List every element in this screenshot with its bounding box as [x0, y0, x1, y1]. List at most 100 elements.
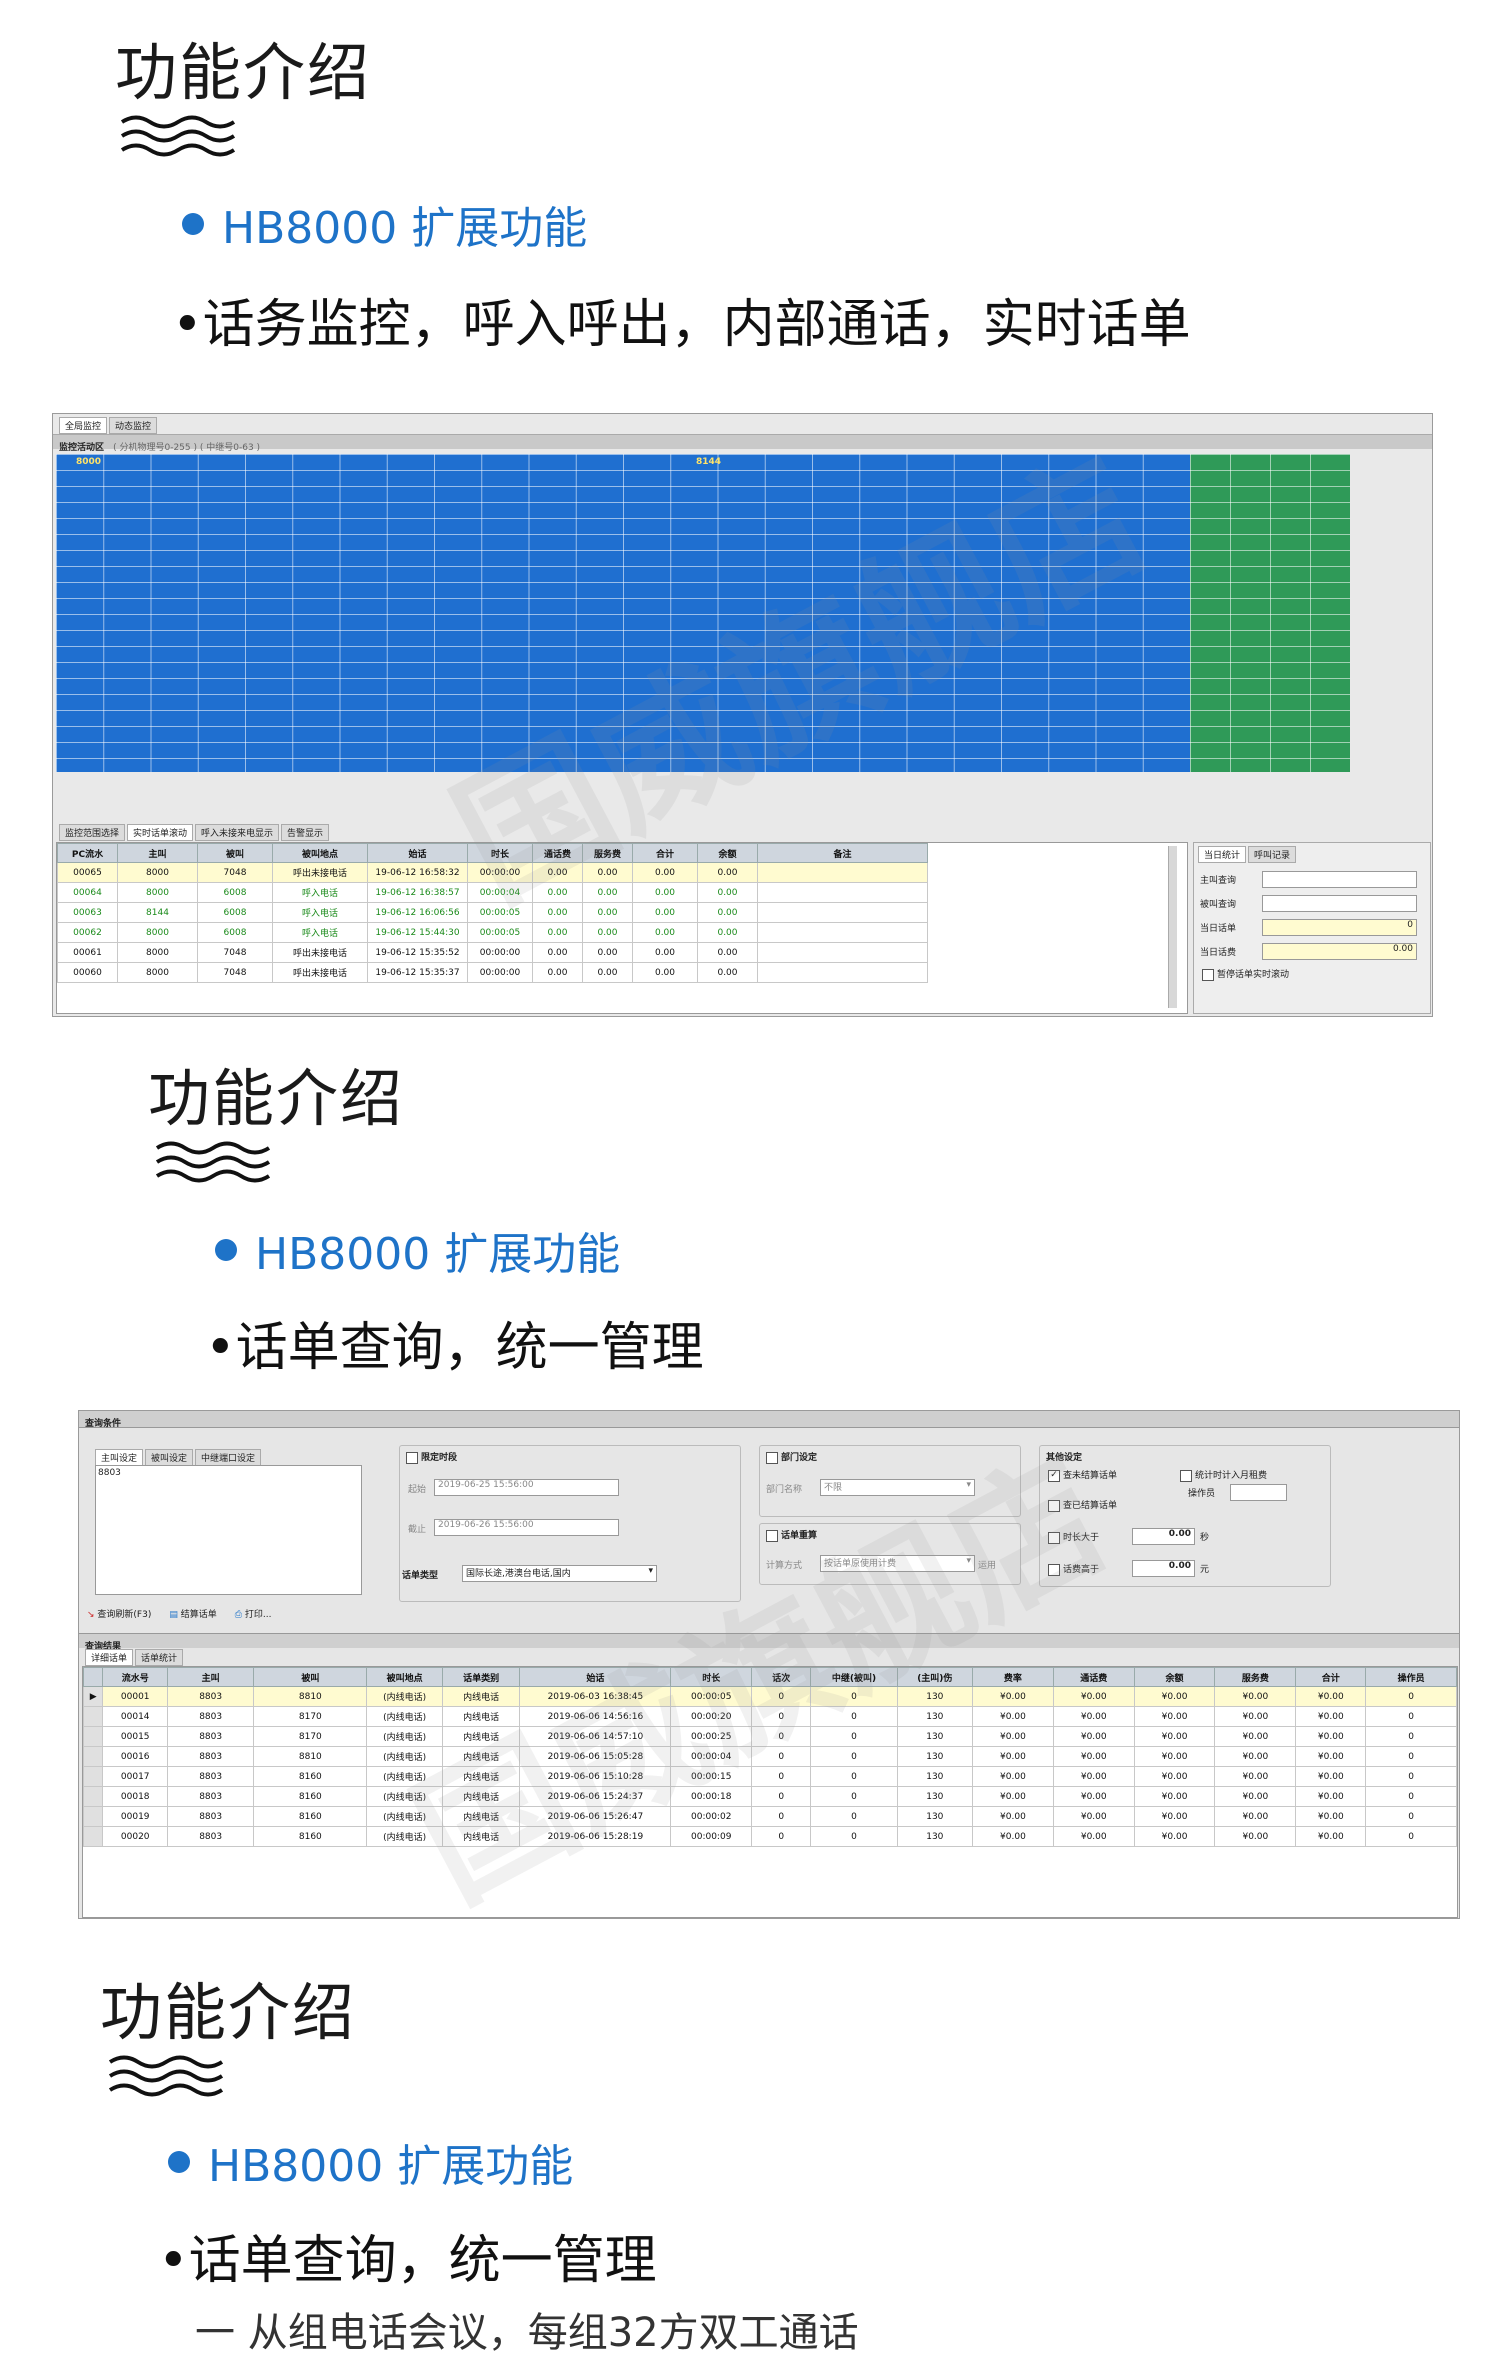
table-row[interactable]: 00018 8803 8160 (内线电话) 内线电话 2019-06-06 15:24:… [82, 1786, 1457, 1807]
caller-list-box[interactable]: 8803 [95, 1465, 362, 1595]
table-cell: 00:00:20 [670, 1706, 753, 1727]
column-header[interactable]: 余额 [697, 843, 758, 863]
table-row[interactable]: 00014 8803 8170 (内线电话) 内线电话 2019-06-06 14:56:… [82, 1706, 1457, 1727]
opt-unsettled[interactable]: ✓ 查未结算话单 [1048, 1468, 1117, 1482]
column-header[interactable]: 主叫 [167, 1667, 255, 1687]
fee-input[interactable]: 0.00 [1132, 1560, 1195, 1577]
checkbox-icon[interactable] [1180, 1469, 1192, 1482]
column-header[interactable]: 被叫地点 [366, 1667, 443, 1687]
trunk-status-grid[interactable] [1190, 454, 1350, 772]
opt-monthly[interactable]: 统计时计入月租费 [1180, 1468, 1267, 1482]
column-header[interactable]: 余额 [1133, 1667, 1216, 1687]
tab-missed-calls[interactable]: 呼入未接来电显示 [195, 824, 280, 841]
table-row[interactable]: 00064 8000 6008 呼入电话 19-06-12 16:38:57 00:00:… [57, 882, 928, 903]
column-header[interactable]: 合计 [1295, 1667, 1367, 1687]
start-datetime-input[interactable]: 2019-06-25 15:56:00 [434, 1479, 619, 1496]
print-button[interactable]: ⎙ 打印... [235, 1607, 272, 1620]
checkbox-icon[interactable] [406, 1451, 418, 1464]
checkbox-icon[interactable] [766, 1529, 778, 1542]
section-3-bullet: •话单查询，统一管理 [158, 2231, 657, 2291]
table-cell: 0 [810, 1686, 898, 1707]
tab-call-records[interactable]: 呼叫记录 [1248, 846, 1297, 863]
recalc-method-select[interactable]: 按话单原使用计费 ▾ [820, 1555, 975, 1572]
tab-daily-stats[interactable]: 当日统计 [1198, 846, 1247, 863]
bullet-dot-icon [182, 213, 204, 235]
table-row[interactable]: 00017 8803 8160 (内线电话) 内线电话 2019-06-06 15:10:… [82, 1766, 1457, 1787]
operator-input[interactable] [1230, 1484, 1287, 1501]
column-header[interactable]: 服务费 [1214, 1667, 1297, 1687]
column-header[interactable]: 话单类别 [441, 1667, 521, 1687]
column-header[interactable]: 主叫 [117, 843, 198, 863]
pause-scroll-option[interactable]: 暂停话单实时滚动 [1202, 967, 1422, 981]
table-row[interactable]: 00019 8803 8160 (内线电话) 内线电话 2019-06-06 15:26:… [82, 1806, 1457, 1827]
side-field-input[interactable]: 0.00 [1262, 942, 1417, 960]
cdr-scrollbar[interactable] [1168, 846, 1177, 1008]
tab-realtime-cdr[interactable]: 实时话单滚动 [127, 824, 194, 841]
column-header[interactable]: 操作员 [1365, 1667, 1457, 1687]
refresh-query-button[interactable]: ↘ 查询刷新(F3) [87, 1607, 151, 1620]
side-field-input[interactable]: 0 [1262, 918, 1417, 936]
checkbox-icon[interactable] [766, 1451, 778, 1464]
table-cell: 内线电话 [441, 1806, 521, 1827]
tab-detail-cdr[interactable]: 详细话单 [85, 1649, 134, 1666]
opt-fee[interactable]: 话费高于 [1048, 1562, 1099, 1576]
table-cell: 0.00 [697, 902, 758, 923]
department-select[interactable]: 不限 ▾ [820, 1479, 975, 1496]
settle-cdr-button[interactable]: ▤ 结算话单 [169, 1607, 216, 1620]
checkbox-icon[interactable] [1048, 1531, 1060, 1544]
column-header[interactable]: (主叫)伤 [896, 1667, 974, 1687]
column-header[interactable]: 话次 [751, 1667, 812, 1687]
table-row[interactable]: 00060 8000 7048 呼出未接电话 19-06-12 15:35:37 00:0… [57, 962, 928, 983]
time-range-toggle[interactable]: 限定时段 [406, 1450, 734, 1464]
table-row[interactable]: 00016 8803 8810 (内线电话) 内线电话 2019-06-06 15:05:… [82, 1746, 1457, 1767]
table-cell: 8803 [167, 1746, 255, 1767]
checkbox-icon[interactable] [1048, 1563, 1060, 1576]
column-header[interactable]: 通话费 [532, 843, 583, 863]
tab-caller-setting[interactable]: 主叫设定 [95, 1449, 144, 1466]
table-row[interactable]: 00061 8000 7048 呼出未接电话 19-06-12 15:35:52 00:0… [57, 942, 928, 963]
tab-global-monitor[interactable]: 全局监控 [59, 417, 108, 434]
table-row[interactable]: 00065 8000 7048 呼出未接电话 19-06-12 16:58:32 00:0… [57, 862, 928, 883]
checkbox-icon[interactable] [1202, 968, 1214, 981]
column-header[interactable]: 合计 [632, 843, 698, 863]
column-header[interactable]: 服务费 [582, 843, 633, 863]
column-header[interactable]: 始话 [367, 843, 468, 863]
table-row[interactable]: 00015 8803 8170 (内线电话) 内线电话 2019-06-06 14:57:… [82, 1726, 1457, 1747]
table-row[interactable]: 00062 8000 6008 呼入电话 19-06-12 15:44:30 00:00:… [57, 922, 928, 943]
recalc-toggle[interactable]: 话单重算 [766, 1528, 1014, 1542]
checkbox-checked-icon[interactable]: ✓ [1048, 1469, 1060, 1482]
column-header[interactable]: 被叫 [253, 1667, 368, 1687]
column-header[interactable]: PC流水 [57, 843, 118, 863]
column-header[interactable]: 被叫 [197, 843, 273, 863]
column-header[interactable]: 通话费 [1052, 1667, 1135, 1687]
apply-recalc-button[interactable]: 运用 [978, 1558, 996, 1571]
result-tabs: 详细话单 话单统计 [85, 1649, 184, 1666]
cdr-type-select[interactable]: 国际长途,港澳台电话,国内 ▾ [462, 1565, 657, 1582]
checkbox-icon[interactable] [1048, 1499, 1060, 1512]
table-row[interactable]: 00063 8144 6008 呼入电话 19-06-12 16:06:56 00:00:… [57, 902, 928, 923]
extension-status-grid[interactable]: 8000 8144 [56, 454, 1190, 772]
opt-duration[interactable]: 时长大于 [1048, 1530, 1099, 1544]
table-row[interactable]: 00020 8803 8160 (内线电话) 内线电话 2019-06-06 15:28:… [82, 1826, 1457, 1847]
tab-monitor-range[interactable]: 监控范围选择 [59, 824, 126, 841]
duration-input[interactable]: 0.00 [1132, 1528, 1195, 1545]
tab-trunk-setting[interactable]: 中继端口设定 [195, 1449, 262, 1466]
column-header[interactable]: 中继(被叫) [810, 1667, 898, 1687]
column-header[interactable]: 流水号 [102, 1667, 169, 1687]
side-field-input[interactable] [1262, 870, 1417, 888]
opt-settled[interactable]: 查已结算话单 [1048, 1498, 1117, 1512]
column-header[interactable]: 费率 [972, 1667, 1054, 1687]
tab-cdr-stats[interactable]: 话单统计 [135, 1649, 184, 1666]
column-header[interactable]: 备注 [757, 843, 928, 863]
column-header[interactable]: 时长 [670, 1667, 753, 1687]
tab-callee-setting[interactable]: 被叫设定 [145, 1449, 194, 1466]
column-header[interactable]: 时长 [467, 843, 533, 863]
end-datetime-input[interactable]: 2019-06-26 15:56:00 [434, 1519, 619, 1536]
column-header[interactable]: 被叫地点 [272, 843, 368, 863]
table-row[interactable]: ▶ 00001 8803 8810 (内线电话) 内线电话 2019-06-03 16:38… [82, 1686, 1457, 1707]
side-field-input[interactable] [1262, 894, 1417, 912]
tab-dynamic-monitor[interactable]: 动态监控 [109, 417, 158, 434]
tab-alarms[interactable]: 告警显示 [281, 824, 330, 841]
column-header[interactable]: 始话 [519, 1667, 672, 1687]
department-toggle[interactable]: 部门设定 [766, 1450, 1014, 1464]
